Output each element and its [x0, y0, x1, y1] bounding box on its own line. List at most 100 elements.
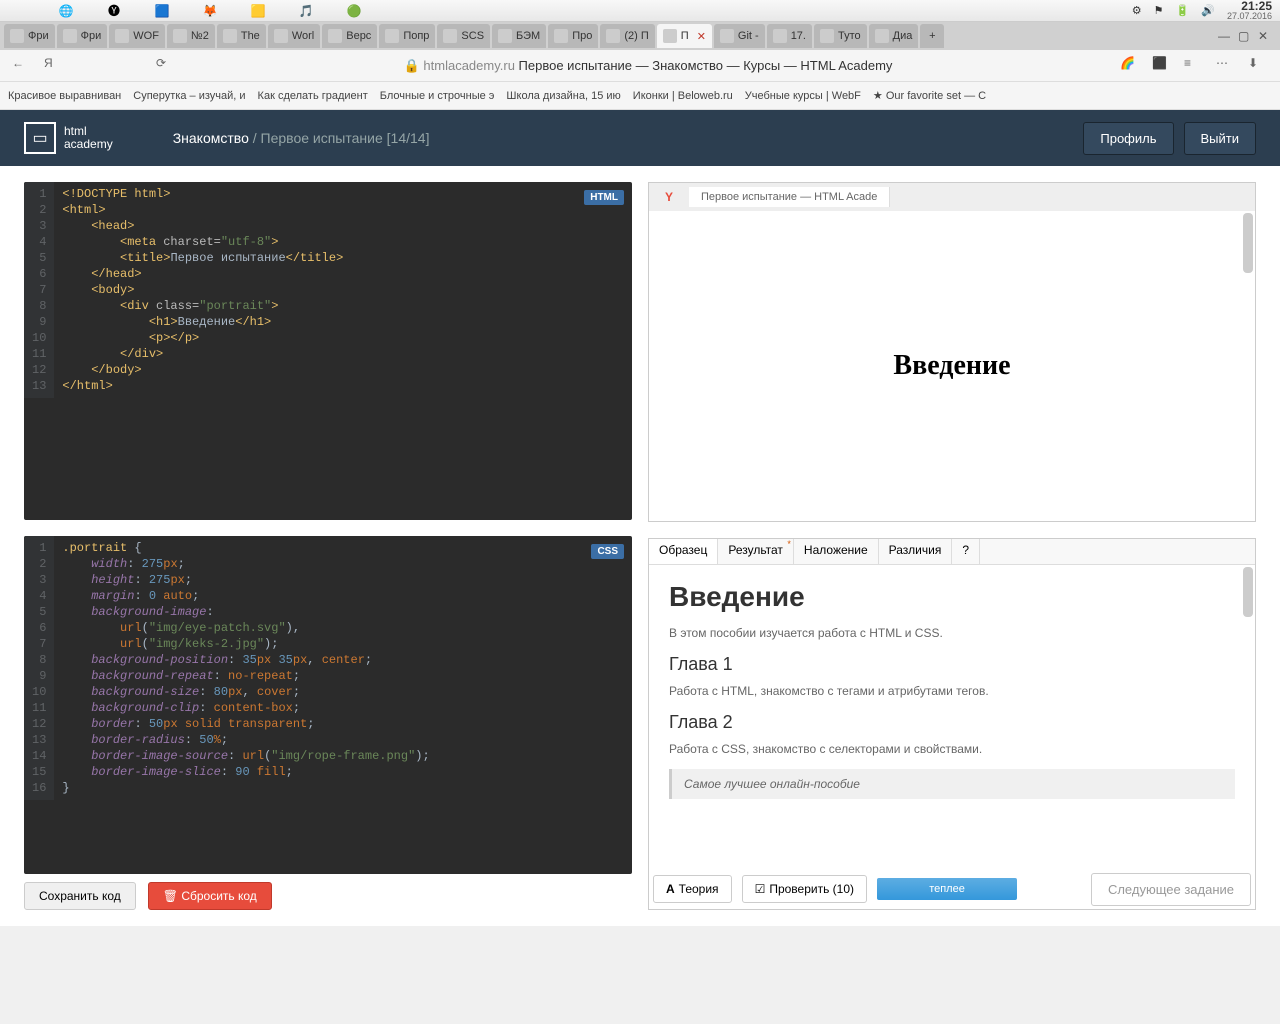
preview-tab: Первое испытание — HTML Acade: [689, 187, 890, 207]
maximize-icon[interactable]: ▢: [1238, 29, 1252, 43]
volume-icon[interactable]: 🔊: [1201, 4, 1215, 17]
flag-icon[interactable]: ⚑: [1154, 4, 1164, 17]
preview-heading: Введение: [893, 350, 1010, 382]
scrollbar[interactable]: [1243, 213, 1253, 273]
app-logo[interactable]: ▭ html academy: [24, 122, 113, 154]
css-editor[interactable]: CSS 12345678910111213141516 .portrait { …: [24, 536, 632, 874]
browser-tabbar: Фри Фри WOF №2 The Worl Верс Попр SCS БЭ…: [0, 22, 1280, 50]
bookmark-item[interactable]: Как сделать градиент: [258, 90, 368, 102]
browser-tab[interactable]: БЭМ: [492, 24, 546, 48]
utorrent-icon[interactable]: 🟢: [344, 1, 364, 21]
firefox-icon[interactable]: 🦊: [200, 1, 220, 21]
bookmark-item[interactable]: Учебные курсы | WebF: [745, 90, 861, 102]
profile-button[interactable]: Профиль: [1083, 122, 1173, 155]
result-panel: Образец Результат* Наложение Различия ? …: [648, 538, 1256, 910]
browser-tab[interactable]: Про: [548, 24, 598, 48]
bookmark-item[interactable]: Суперутка – изучай, и: [133, 90, 245, 102]
html-code[interactable]: <!DOCTYPE html> <html> <head> <meta char…: [54, 182, 351, 398]
yandex-favicon-icon: Y: [649, 190, 689, 204]
new-tab-button[interactable]: +: [920, 24, 944, 48]
result-tabs: Образец Результат* Наложение Различия ?: [649, 539, 1255, 565]
check-button[interactable]: ☑ Проверить (10): [742, 875, 867, 903]
result-h1: Введение: [669, 581, 1235, 613]
browser-tab[interactable]: Диа: [869, 24, 919, 48]
tab-diff[interactable]: Различия: [879, 539, 953, 564]
bookmark-item[interactable]: Иконки | Beloweb.ru: [633, 90, 733, 102]
browser-tab[interactable]: SCS: [437, 24, 490, 48]
action-bar: A Теория ☑ Проверить (10) теплее Следующ…: [649, 869, 1255, 909]
result-text: В этом пособии изучается работа с HTML и…: [669, 625, 1235, 642]
line-gutter: 12345678910111213: [24, 182, 54, 398]
app-header: ▭ html academy Знакомство / Первое испыт…: [0, 110, 1280, 166]
url-field[interactable]: 🔒 htmlacademy.ru Первое испытание — Знак…: [188, 58, 1108, 74]
result-content: Введение В этом пособии изучается работа…: [649, 565, 1255, 869]
result-h2: Глава 2: [669, 712, 1235, 733]
browser-tab[interactable]: Попр: [379, 24, 435, 48]
browser-tab[interactable]: 17.: [767, 24, 812, 48]
extension-icon[interactable]: ⬛: [1152, 56, 1172, 76]
tab-sample[interactable]: Образец: [649, 539, 718, 564]
browser-tab[interactable]: The: [217, 24, 266, 48]
bookmark-item[interactable]: ★ Our favorite set — C: [873, 89, 986, 102]
line-gutter: 12345678910111213141516: [24, 536, 54, 800]
css-code[interactable]: .portrait { width: 275px; height: 275px;…: [54, 536, 437, 800]
result-quote: Самое лучшее онлайн-пособие: [669, 769, 1235, 799]
scrollbar[interactable]: [1243, 567, 1253, 617]
bookmark-item[interactable]: Школа дизайна, 15 ию: [506, 90, 620, 102]
address-bar: ← Я ⟳ 🔒 htmlacademy.ru Первое испытание …: [0, 50, 1280, 82]
browser-tab[interactable]: Фри: [57, 24, 108, 48]
browser-tab[interactable]: Worl: [268, 24, 320, 48]
breadcrumb-current: Первое испытание: [261, 130, 383, 146]
clock[interactable]: 21:25 27.07.2016: [1227, 0, 1272, 21]
bookmark-item[interactable]: Блочные и строчные э: [380, 90, 495, 102]
app-icon[interactable]: 🟨: [248, 1, 268, 21]
yandex-logo-icon[interactable]: Я: [44, 56, 64, 76]
browser-tab[interactable]: Туто: [814, 24, 867, 48]
lock-icon: 🔒: [404, 58, 420, 73]
chrome-icon[interactable]: 🌐: [56, 1, 76, 21]
save-code-button[interactable]: Сохранить код: [24, 882, 136, 910]
browser-tab[interactable]: Git -: [714, 24, 765, 48]
minimize-icon[interactable]: —: [1218, 29, 1232, 43]
progress-indicator: теплее: [877, 878, 1017, 900]
itunes-icon[interactable]: 🎵: [296, 1, 316, 21]
breadcrumb: Знакомство / Первое испытание [14/14]: [173, 130, 430, 146]
reload-icon[interactable]: ⟳: [156, 56, 176, 76]
tab-help[interactable]: ?: [952, 539, 980, 564]
more-icon[interactable]: ⋯: [1216, 56, 1236, 76]
bluestacks-icon[interactable]: 🟦: [152, 1, 172, 21]
tab-result[interactable]: Результат*: [718, 539, 794, 564]
tab-overlay[interactable]: Наложение: [794, 539, 879, 564]
html-editor[interactable]: HTML 12345678910111213 <!DOCTYPE html> <…: [24, 182, 632, 520]
browser-tab[interactable]: WOF: [109, 24, 165, 48]
download-icon[interactable]: ⬇: [1248, 56, 1268, 76]
menu-icon[interactable]: ≡: [1184, 56, 1204, 76]
close-icon[interactable]: ✕: [1258, 29, 1272, 43]
reset-code-button[interactable]: 🗑 Сбросить код: [148, 882, 272, 910]
yandex-icon[interactable]: 🅨: [104, 1, 124, 21]
breadcrumb-counter: [14/14]: [387, 130, 430, 146]
preview-body: Введение: [649, 211, 1255, 521]
bookmarks-bar: Красивое выравниван Суперутка – изучай, …: [0, 82, 1280, 110]
html-badge: HTML: [584, 190, 624, 205]
breadcrumb-link[interactable]: Знакомство: [173, 130, 249, 146]
extension-icon[interactable]: 🌈: [1120, 56, 1140, 76]
tray-icon[interactable]: ⚙: [1132, 4, 1142, 17]
browser-tab[interactable]: Фри: [4, 24, 55, 48]
back-icon[interactable]: ←: [12, 56, 32, 76]
result-text: Работа с CSS, знакомство с селекторами и…: [669, 741, 1235, 758]
preview-panel: Y Первое испытание — HTML Acade Введение: [648, 182, 1256, 522]
next-task-button[interactable]: Следующее задание: [1091, 873, 1251, 906]
css-badge: CSS: [591, 544, 624, 559]
result-text: Работа с HTML, знакомство с тегами и атр…: [669, 683, 1235, 700]
logo-icon: ▭: [24, 122, 56, 154]
browser-tab[interactable]: №2: [167, 24, 215, 48]
theory-button[interactable]: A Теория: [653, 875, 732, 903]
battery-icon[interactable]: 🔋: [1176, 4, 1190, 17]
bookmark-item[interactable]: Красивое выравниван: [8, 90, 121, 102]
logout-button[interactable]: Выйти: [1184, 122, 1257, 155]
browser-tab-active[interactable]: П✕: [657, 24, 712, 48]
apple-icon[interactable]: [8, 1, 28, 21]
browser-tab[interactable]: (2) П: [600, 24, 654, 48]
browser-tab[interactable]: Верс: [322, 24, 377, 48]
